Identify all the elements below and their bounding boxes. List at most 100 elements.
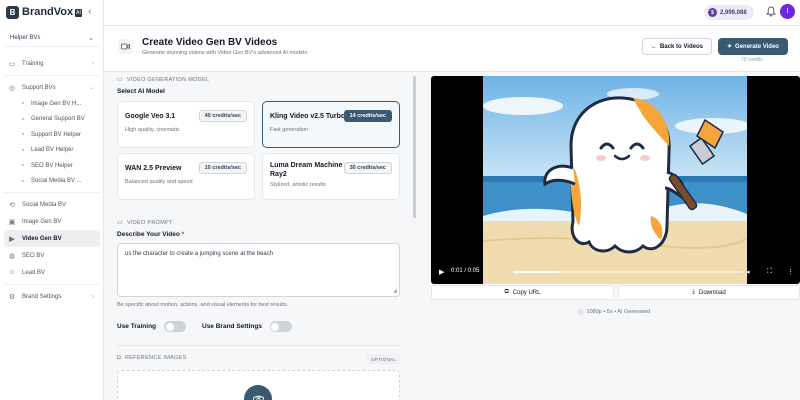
doc-icon: ▫ [21, 162, 25, 170]
sidebar-item-label: General Support BV [31, 116, 85, 123]
section-video-prompt: ▭ VIDEO PROMPT [117, 219, 173, 227]
sidebar-item-social-media[interactable]: ⟲ Social Media BV [4, 196, 100, 213]
sidebar-item-label: Support BV Helper [31, 131, 82, 138]
sidebar-item-label: Lead BV [22, 269, 46, 276]
prompt-hint: Be specific about motion, actions, and v… [117, 302, 289, 308]
credits-balance[interactable]: $ 2,999,088 [704, 5, 754, 20]
book-icon: ▭ [8, 60, 16, 68]
video-progress-bar[interactable] [513, 271, 743, 273]
download-label: Download [698, 289, 726, 296]
page-title: Create Video Gen BV Videos [142, 37, 278, 48]
use-brand-settings-row: Use Brand Settings [202, 321, 292, 332]
resize-handle-icon[interactable]: ◢ [393, 288, 397, 294]
form-panel: ▭ VIDEO GENERATION MODEL Select AI Model… [104, 72, 410, 400]
generate-video-button[interactable]: ✦ Generate Video [718, 38, 788, 55]
copy-url-button[interactable]: ⧉ Copy URL [431, 285, 614, 300]
sidebar-item-brand-settings[interactable]: ⚙ Brand Settings › [4, 288, 100, 305]
bell-icon-svg [766, 6, 776, 17]
generate-video-label: Generate Video [735, 43, 779, 50]
page-subtitle: Generate stunning videos with Video Gen … [142, 50, 308, 56]
optional-badge: OPTIONAL [367, 354, 401, 364]
video-player[interactable]: ▶ 0:01 / 0:05 ◂ ⛶ ⋮ [431, 76, 800, 284]
more-options-icon[interactable]: ⋮ [787, 268, 794, 276]
collapse-sidebar-icon[interactable]: ‹ [88, 6, 91, 17]
sidebar-item-support-bvs[interactable]: ◎ Support BVs ⌄ [4, 79, 100, 96]
use-brand-settings-toggle[interactable] [269, 321, 292, 332]
chevron-down-icon: ⌄ [88, 85, 94, 91]
divider [117, 345, 400, 346]
sidebar-item-label: Image Gen BV [22, 218, 62, 225]
sidebar-item-label: SEO BV Helper [31, 162, 73, 169]
video-controls: ▶ 0:01 / 0:05 ◂ ⛶ ⋮ [431, 260, 800, 284]
form-scrollbar-thumb[interactable] [413, 76, 416, 218]
brand-name: BrandVox [22, 6, 74, 18]
sidebar-item-label: Brand Settings [22, 293, 62, 300]
workspace-select[interactable]: Helper BVs ⌄ [4, 29, 100, 47]
download-button[interactable]: ⤓ Download [618, 285, 800, 300]
camera-upload-icon[interactable] [244, 385, 272, 400]
user-icon: ☺ [8, 269, 16, 276]
video-frame [483, 76, 747, 284]
sidebar-item-training[interactable]: ▭ Training › [4, 55, 100, 72]
model-card-luma[interactable]: Luma Dream Machine Ray2 Stylized, artist… [262, 153, 400, 200]
play-icon[interactable]: ▶ [439, 268, 444, 276]
model-card-google-veo[interactable]: Google Veo 3.1 High quality, cinematic 4… [117, 101, 255, 148]
volume-icon[interactable]: ◂ [746, 268, 750, 276]
model-credits-badge: 30 credits/sec [343, 162, 392, 174]
video-icon: ▭ [117, 77, 123, 83]
form-scrollbar[interactable] [412, 74, 417, 400]
share-icon: ⟲ [9, 201, 15, 209]
sidebar-item-lead[interactable]: ☺ Lead BV [4, 264, 100, 281]
doc-icon: ▫ [21, 115, 25, 123]
sidebar-item-seo[interactable]: ◍ SEO BV [4, 247, 100, 264]
sidebar-item-support-helper[interactable]: ▫ Support BV Helper [4, 127, 100, 143]
sidebar-item-image-gen-helper[interactable]: ▫ Image Gen BV H... [4, 96, 100, 112]
model-desc: High quality, cinematic [125, 127, 180, 133]
model-name: Google Veo 3.1 [125, 113, 176, 120]
brand-logo[interactable]: B BrandVox AI [6, 5, 82, 19]
sidebar-item-lead-helper[interactable]: ▫ Lead BV Helper [4, 143, 100, 159]
sidebar-item-image-gen[interactable]: ▣ Image Gen BV [4, 213, 100, 230]
model-name: Kling Video v2.5 Turbo [270, 113, 346, 120]
video-icon: ▶ [9, 235, 15, 243]
video-time: 0:01 / 0:05 [451, 268, 480, 274]
fullscreen-icon[interactable]: ⛶ [767, 268, 772, 276]
gear-icon: ⚙ [8, 293, 16, 301]
select-model-label: Select AI Model [117, 88, 165, 95]
model-card-wan[interactable]: WAN 2.5 Preview Balanced quality and spe… [117, 153, 255, 200]
divider [4, 75, 100, 76]
sidebar-item-general-support[interactable]: ▫ General Support BV [4, 112, 100, 128]
model-card-kling[interactable]: Kling Video v2.5 Turbo Fast generation 1… [262, 101, 400, 148]
sidebar-item-label: Video Gen BV [22, 235, 62, 242]
use-training-label: Use Training [117, 323, 157, 330]
sidebar-item-seo-helper[interactable]: ▫ SEO BV Helper [4, 158, 100, 174]
video-prompt-textarea[interactable]: us the character to create a jumping sce… [117, 243, 400, 297]
sparkle-icon: ✦ [727, 44, 733, 50]
camera-icon: ◘ [117, 355, 121, 361]
page-header: Create Video Gen BV Videos Generate stun… [104, 26, 800, 72]
copy-url-label: Copy URL [512, 289, 541, 296]
sidebar-item-video-gen[interactable]: ▶ Video Gen BV [4, 230, 100, 247]
support-icon: ◎ [8, 84, 16, 92]
model-credits-badge: 40 credits/sec [198, 110, 247, 122]
prompt-icon: ▭ [117, 220, 123, 226]
avatar[interactable]: I [780, 4, 795, 19]
video-meta: ⓘ 1080p • 5s • AI Generated [578, 308, 650, 316]
sidebar-item-social-media-helper[interactable]: ▫ Social Media BV ... [4, 174, 100, 190]
bell-icon[interactable] [765, 6, 777, 18]
copy-icon: ⧉ [504, 289, 509, 295]
video-progress-fill [513, 271, 559, 273]
generate-credits: 70 credits [741, 57, 763, 63]
coin-icon: $ [708, 8, 717, 17]
reference-image-dropzone[interactable] [117, 370, 400, 400]
brand-badge: AI [75, 9, 82, 17]
use-training-row: Use Training [117, 321, 187, 332]
chevron-right-icon: › [92, 60, 94, 67]
back-to-videos-button[interactable]: ← Back to Videos [642, 38, 712, 55]
use-training-toggle[interactable] [164, 321, 187, 332]
download-icon: ⤓ [692, 289, 695, 295]
section-video-generation-model: ▭ VIDEO GENERATION MODEL [117, 76, 209, 84]
camera-icon-svg [252, 395, 264, 400]
chevron-down-icon: ⌄ [88, 34, 94, 42]
sidebar-item-label: Lead BV Helper [31, 147, 74, 154]
